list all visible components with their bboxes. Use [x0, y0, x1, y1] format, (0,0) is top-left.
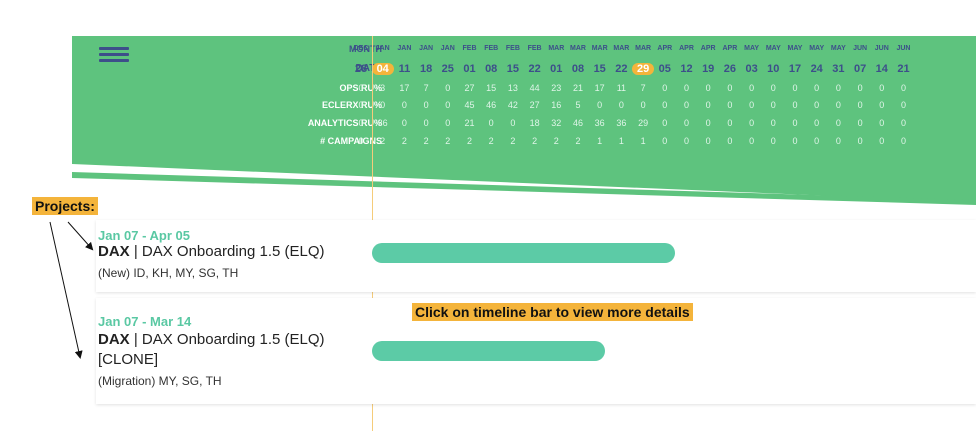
timeline-bar[interactable]: [372, 243, 675, 263]
project-meta: (Migration) MY, SG, TH: [98, 374, 222, 388]
timeline-hint-callout: Click on timeline bar to view more detai…: [412, 303, 693, 321]
projects-callout: Projects:: [32, 197, 98, 215]
project-client: DAX: [98, 243, 130, 260]
project-dates: Jan 07 - Mar 14: [98, 314, 192, 329]
project-separator: |: [129, 243, 142, 260]
project-dates: Jan 07 - Apr 05: [98, 228, 191, 243]
project-separator: |: [129, 331, 142, 348]
project-client: DAX: [98, 331, 130, 348]
timeline-bar[interactable]: [372, 341, 605, 361]
project-name[interactable]: DAX | DAX Onboarding 1.5 (ELQ): [98, 242, 358, 262]
project-meta: (New) ID, KH, MY, SG, TH: [98, 266, 239, 280]
project-title: DAX Onboarding 1.5 (ELQ): [141, 243, 325, 260]
project-name[interactable]: DAX | DAX Onboarding 1.5 (ELQ) [CLONE]: [98, 330, 358, 370]
